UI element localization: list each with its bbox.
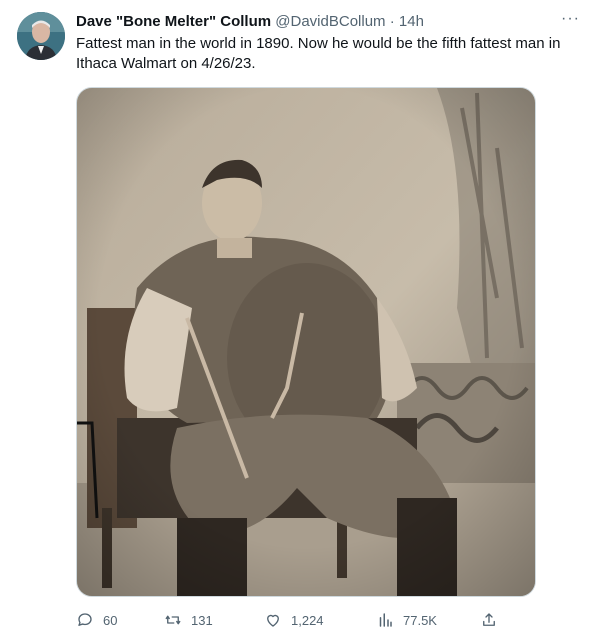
retweet-icon	[165, 615, 181, 625]
share-icon	[483, 613, 495, 626]
retweet-button[interactable]: 131	[164, 610, 213, 630]
tweet-text: Fattest man in the world in 1890. Now he…	[76, 35, 561, 72]
separator: ·	[389, 13, 395, 30]
reply-icon	[78, 613, 92, 626]
more-icon[interactable]: ···	[561, 10, 580, 28]
views-button[interactable]: 77.5K	[376, 610, 437, 630]
like-count: 1,224	[291, 612, 324, 628]
share-button[interactable]	[480, 610, 498, 630]
tweet-header: Dave "Bone Melter" Collum @DavidBCollum …	[76, 12, 578, 32]
tweet-photo[interactable]	[76, 87, 536, 597]
author-name[interactable]: Dave "Bone Melter" Collum	[76, 13, 271, 30]
avatar-image	[17, 12, 65, 60]
like-icon	[267, 614, 279, 627]
retweet-count: 131	[191, 612, 213, 628]
views-icon	[379, 613, 392, 627]
reply-button[interactable]: 60	[76, 610, 117, 630]
reply-count: 60	[103, 612, 118, 628]
views-count: 77.5K	[403, 612, 437, 628]
author-handle[interactable]: @DavidBCollum	[275, 13, 385, 30]
avatar[interactable]	[17, 12, 65, 60]
like-button[interactable]: 1,224	[264, 610, 324, 630]
timestamp[interactable]: 14h	[399, 13, 424, 30]
tweet-actions: 60 131 1,224 77.5K	[76, 610, 516, 630]
vintage-photo-image	[77, 88, 535, 596]
